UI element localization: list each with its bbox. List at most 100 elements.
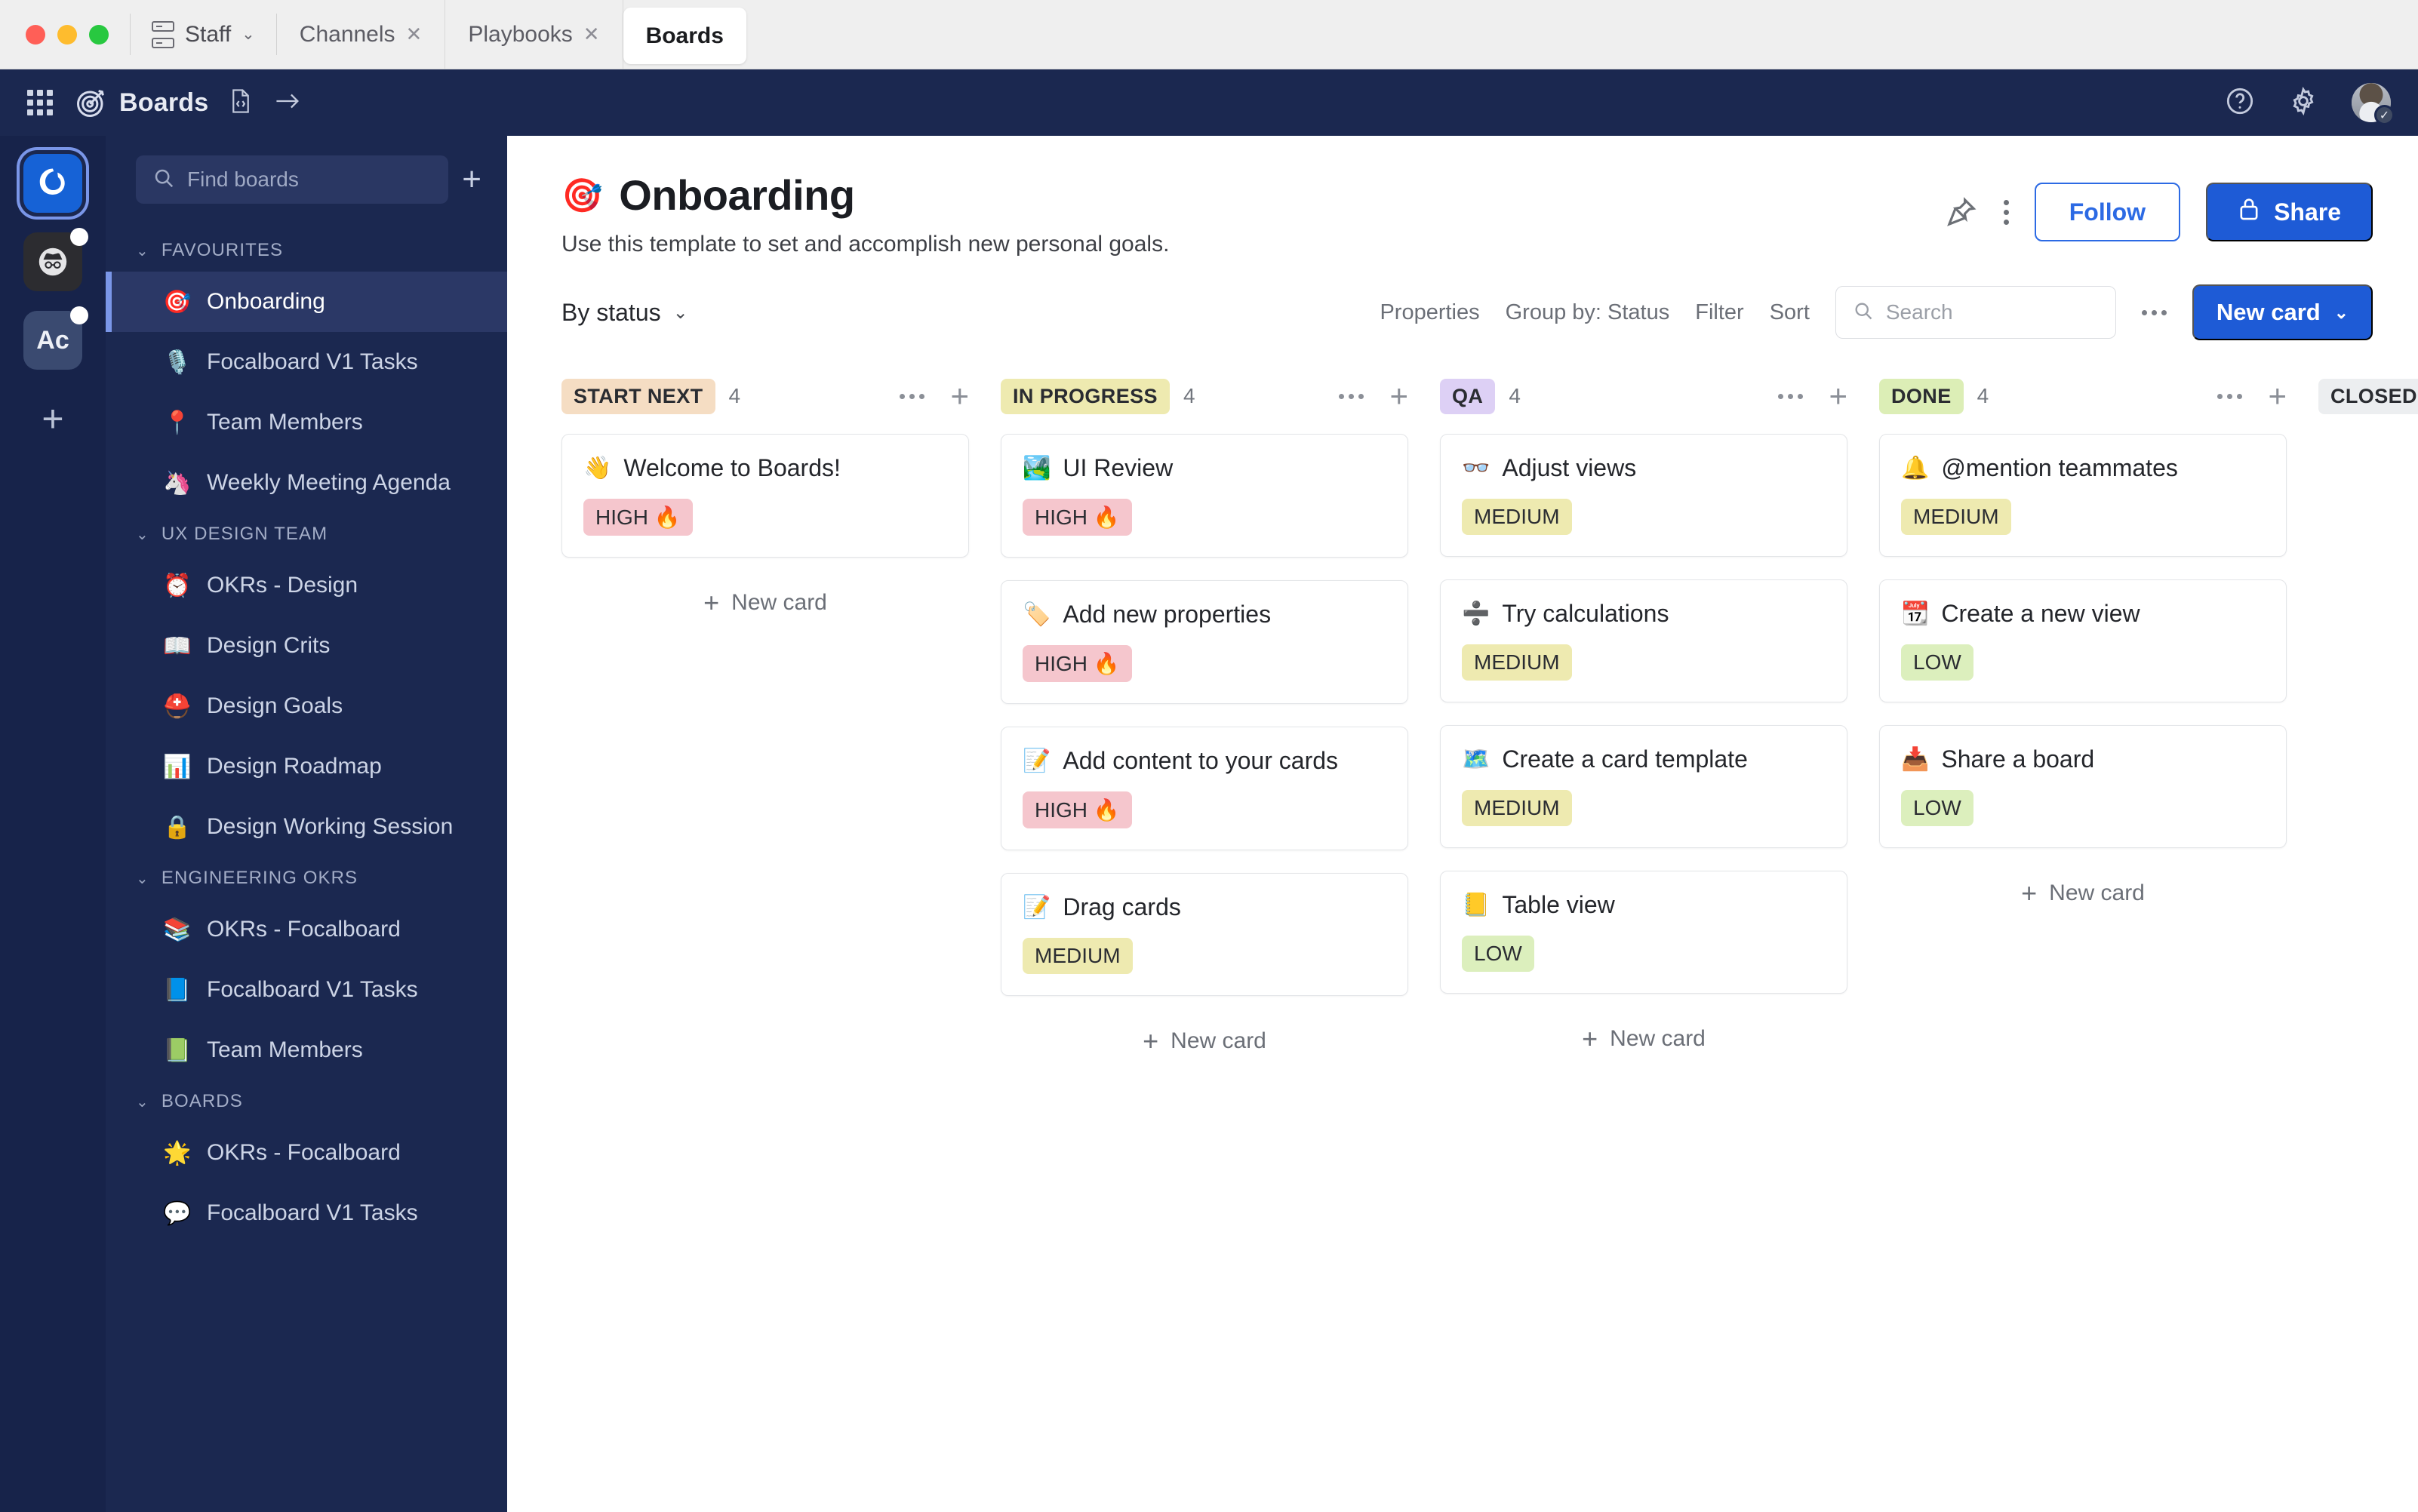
close-window-button[interactable] <box>26 24 45 45</box>
sidebar-group-boards[interactable]: ⌄ BOARDS <box>106 1080 507 1123</box>
view-selector[interactable]: By status ⌄ <box>561 299 688 327</box>
arrow-right-icon[interactable] <box>275 91 300 115</box>
sidebar-group-ux-design-team[interactable]: ⌄ UX DESIGN TEAM <box>106 513 507 555</box>
add-team-button[interactable]: + <box>23 389 82 448</box>
column-menu-button[interactable] <box>1778 393 1804 399</box>
card[interactable]: 📝 Drag cards MEDIUM <box>1001 873 1408 996</box>
gear-icon[interactable] <box>2288 86 2318 120</box>
pin-icon[interactable] <box>1945 195 1978 229</box>
open-book-icon: 📖 <box>163 633 192 659</box>
card[interactable]: 🔔 @mention teammates MEDIUM <box>1879 434 2287 557</box>
minimize-window-button[interactable] <box>57 24 77 45</box>
card[interactable]: 👋 Welcome to Boards! HIGH 🔥 <box>561 434 969 558</box>
column-menu-button[interactable] <box>2217 393 2243 399</box>
search-icon <box>1853 300 1874 325</box>
column-menu-button[interactable] <box>1339 393 1364 399</box>
sidebar-item-focalboard-v1-tasks-eng[interactable]: 📘 Focalboard V1 Tasks <box>106 960 507 1020</box>
sidebar-item-weekly-meeting-agenda[interactable]: 🦄 Weekly Meeting Agenda <box>106 453 507 513</box>
sidebar-item-okrs-focalboard[interactable]: 📚 OKRs - Focalboard <box>106 899 507 960</box>
card-title: 📝 Drag cards <box>1023 893 1386 921</box>
card-title-text: Drag cards <box>1063 893 1181 920</box>
team-initials: Ac <box>36 325 69 355</box>
sort-button[interactable]: Sort <box>1770 300 1810 325</box>
card[interactable]: 📒 Table view LOW <box>1440 871 1847 994</box>
card[interactable]: 🗺️ Create a card template MEDIUM <box>1440 725 1847 848</box>
sidebar-item-team-members[interactable]: 📍 Team Members <box>106 392 507 453</box>
board-main: 🎯 Onboarding Use this template to set an… <box>507 136 2418 1512</box>
sidebar-group-favourites[interactable]: ⌄ FAVOURITES <box>106 229 507 272</box>
sidebar-group-label: FAVOURITES <box>161 240 284 260</box>
share-button[interactable]: Share <box>2206 183 2373 241</box>
add-card-done[interactable]: + New card <box>1879 871 2287 907</box>
sidebar-item-design-working-session[interactable]: 🔒 Design Working Session <box>106 797 507 857</box>
column-title[interactable]: IN PROGRESS <box>1001 378 1170 414</box>
sidebar-item-label: OKRs - Focalboard <box>207 1140 401 1165</box>
sidebar-item-team-members-eng[interactable]: 📗 Team Members <box>106 1020 507 1080</box>
add-card-qa[interactable]: + New card <box>1440 1016 1847 1053</box>
add-board-button[interactable]: + <box>462 163 481 196</box>
division-sign-icon: ➗ <box>1462 601 1490 626</box>
sidebar-item-label: Weekly Meeting Agenda <box>207 470 451 495</box>
card[interactable]: 📆 Create a new view LOW <box>1879 579 2287 702</box>
priority-badge: MEDIUM <box>1023 938 1133 974</box>
sidebar-item-focalboard-v1-tasks-boards[interactable]: 💬 Focalboard V1 Tasks <box>106 1183 507 1243</box>
column-add-card-icon[interactable]: + <box>1829 380 1847 413</box>
tab-channels[interactable]: Channels ✕ <box>277 0 446 69</box>
workspace-switcher[interactable]: Staff ⌄ <box>131 0 276 69</box>
column-title[interactable]: QA <box>1440 378 1496 414</box>
filter-button[interactable]: Filter <box>1695 300 1743 325</box>
find-boards-input[interactable]: Find boards <box>136 155 449 204</box>
column-title[interactable]: CLOSED <box>2318 378 2418 414</box>
help-icon[interactable] <box>2225 86 2255 120</box>
maximize-window-button[interactable] <box>89 24 109 45</box>
follow-button[interactable]: Follow <box>2034 183 2181 241</box>
team-button-ac[interactable]: Ac <box>23 306 88 370</box>
plus-icon: + <box>1143 1025 1159 1055</box>
sidebar-item-design-crits[interactable]: 📖 Design Crits <box>106 616 507 676</box>
group-by-button[interactable]: Group by: Status <box>1506 300 1670 325</box>
product-switcher-icon[interactable] <box>27 90 53 115</box>
add-card-in-progress[interactable]: + New card <box>1001 1019 1408 1055</box>
sidebar-item-onboarding[interactable]: 🎯 Onboarding <box>106 272 507 332</box>
sidebar-item-okrs-focalboard-boards[interactable]: 🌟 OKRs - Focalboard <box>106 1123 507 1183</box>
sidebar-item-focalboard-v1-tasks[interactable]: 🎙️ Focalboard V1 Tasks <box>106 332 507 392</box>
sidebar-group-engineering-okrs[interactable]: ⌄ ENGINEERING OKRS <box>106 857 507 899</box>
board-menu-button[interactable] <box>2003 199 2009 225</box>
close-icon[interactable]: ✕ <box>406 23 423 46</box>
workspace-name: Staff <box>185 21 232 47</box>
column-add-card-icon[interactable]: + <box>1389 380 1408 413</box>
sidebar-item-design-roadmap[interactable]: 📊 Design Roadmap <box>106 736 507 797</box>
column-title[interactable]: START NEXT <box>561 378 715 414</box>
kanban-column-start-next: START NEXT 4 + 👋 Welcome to Boards! HIGH… <box>561 373 1001 1055</box>
close-icon[interactable]: ✕ <box>583 23 600 46</box>
card[interactable]: 👓 Adjust views MEDIUM <box>1440 434 1847 557</box>
column-title[interactable]: DONE <box>1879 378 1964 414</box>
properties-button[interactable]: Properties <box>1380 300 1479 325</box>
team-button-incognito[interactable] <box>23 228 88 291</box>
card[interactable]: 📝 Add content to your cards HIGH 🔥 <box>1001 727 1408 850</box>
card[interactable]: 🏞️ UI Review HIGH 🔥 <box>1001 434 1408 558</box>
card[interactable]: 📥 Share a board LOW <box>1879 725 2287 848</box>
tab-label: Playbooks <box>468 21 573 47</box>
search-input[interactable]: Search <box>1835 286 2116 339</box>
alarm-clock-icon: ⏰ <box>163 573 192 598</box>
avatar[interactable]: ✓ <box>2352 83 2395 125</box>
column-count: 4 <box>1183 384 1195 407</box>
window-titlebar: Staff ⌄ Channels ✕ Playbooks ✕ Boards <box>0 0 2418 69</box>
new-card-button[interactable]: New card ⌄ <box>2192 284 2373 340</box>
column-add-card-icon[interactable]: + <box>950 380 969 413</box>
more-options-button[interactable] <box>2141 309 2167 315</box>
card[interactable]: ➗ Try calculations MEDIUM <box>1440 579 1847 702</box>
card-title: 🏷️ Add new properties <box>1023 601 1386 628</box>
file-code-icon[interactable] <box>229 88 252 118</box>
tab-playbooks[interactable]: Playbooks ✕ <box>445 0 623 69</box>
column-menu-button[interactable] <box>900 393 925 399</box>
sidebar-item-design-goals[interactable]: ⛑️ Design Goals <box>106 676 507 736</box>
add-card-start-next[interactable]: + New card <box>561 580 969 616</box>
tab-boards[interactable]: Boards <box>623 8 746 64</box>
team-button-mattermost[interactable] <box>23 154 82 213</box>
column-add-card-icon[interactable]: + <box>2268 380 2287 413</box>
sidebar-item-okrs-design[interactable]: ⏰ OKRs - Design <box>106 555 507 616</box>
add-card-label: New card <box>2049 880 2145 905</box>
card[interactable]: 🏷️ Add new properties HIGH 🔥 <box>1001 580 1408 704</box>
